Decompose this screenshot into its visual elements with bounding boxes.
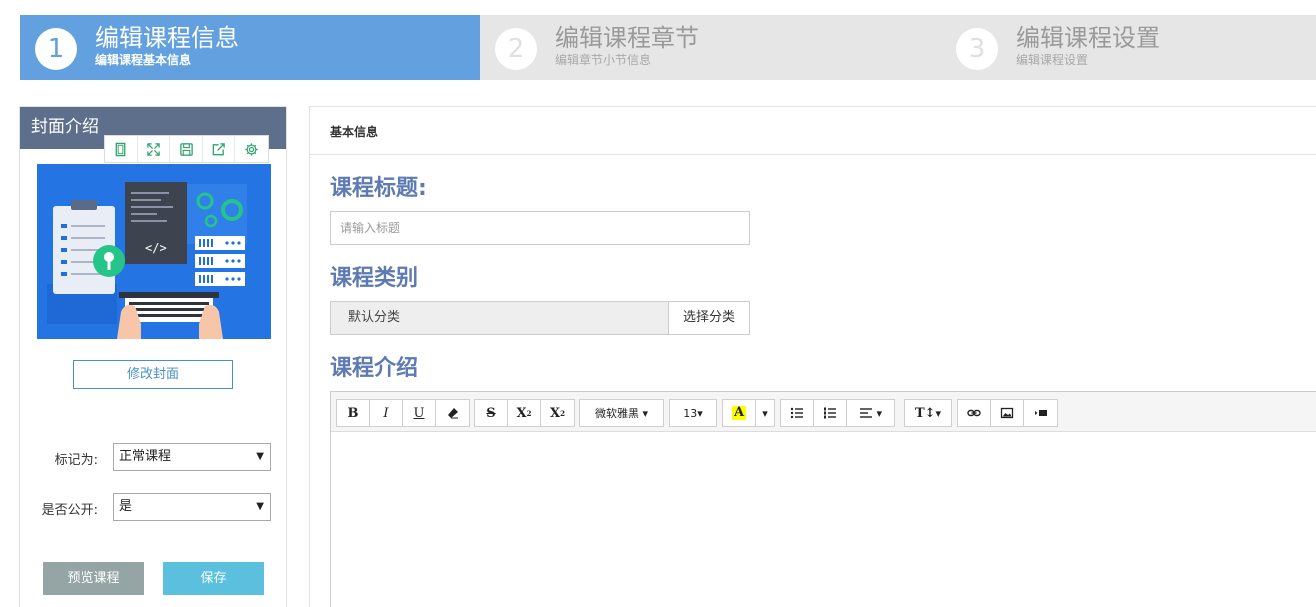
step-subtitle: 编辑章节小节信息 [555, 53, 652, 67]
subscript-button[interactable]: X2 [541, 400, 574, 426]
align-dropdown[interactable]: ▾ [847, 400, 894, 426]
step-subtitle: 编辑课程设置 [1016, 53, 1089, 67]
font-size-value: 13 [683, 406, 698, 420]
course-category-value: 默认分类 [330, 301, 669, 335]
step-title: 编辑课程设置 [1016, 24, 1160, 52]
editor-content-area[interactable] [331, 432, 1316, 607]
step-edit-info[interactable]: 1 编辑课程信息 编辑课程基本信息 [20, 15, 480, 80]
step-title: 编辑课程章节 [555, 24, 699, 52]
is-public-select[interactable]: 是 ▼ [113, 493, 271, 521]
step-title: 编辑课程信息 [95, 24, 239, 52]
course-intro-label: 课程介绍 [330, 356, 419, 381]
step-number: 2 [495, 28, 537, 70]
strikethrough-button[interactable]: S [475, 400, 508, 426]
numbered-list-icon[interactable] [814, 400, 847, 426]
image-icon[interactable] [991, 400, 1024, 426]
basic-info-panel: 基本信息 课程标题: 课程类别 默认分类 选择分类 课程介绍 B I U S X… [309, 106, 1316, 607]
caret-down-icon: ▾ [876, 406, 883, 420]
caret-down-icon: ▼ [256, 501, 264, 512]
rich-text-editor: B I U S X2 X2 微软雅黑 ▾ 13 ▾ A ▾ ▾ T↕ ▾ [330, 391, 1316, 607]
caret-down-icon: ▾ [642, 406, 649, 420]
superscript-button[interactable]: X2 [508, 400, 541, 426]
step-number: 3 [956, 28, 998, 70]
basic-info-title: 基本信息 [330, 125, 379, 139]
change-cover-button[interactable]: 修改封面 [73, 360, 233, 389]
eraser-icon[interactable] [436, 400, 469, 426]
caret-down-icon: ▼ [256, 451, 264, 462]
editor-toolbar: B I U S X2 X2 微软雅黑 ▾ 13 ▾ A ▾ ▾ T↕ ▾ [331, 392, 1316, 432]
mark-as-value: 正常课程 [119, 449, 172, 464]
share-icon[interactable] [203, 136, 236, 162]
subscript-label: X [550, 405, 561, 421]
save-icon[interactable] [170, 136, 203, 162]
is-public-label: 是否公开: [41, 503, 98, 518]
image-toolbar [104, 135, 269, 163]
caret-down-icon: ▾ [935, 406, 942, 420]
format-group: B I U [336, 399, 470, 427]
align-left-icon [859, 408, 872, 418]
bold-button[interactable]: B [337, 400, 370, 426]
fit-screen-icon[interactable] [105, 136, 138, 162]
font-size-group: 13 ▾ [669, 399, 717, 427]
mark-as-row: 标记为: 正常课程 ▼ [20, 443, 286, 471]
caret-down-icon: ▾ [697, 406, 703, 420]
heading-dropdown[interactable]: T↕ ▾ [905, 400, 951, 426]
steps-bar: 1 编辑课程信息 编辑课程基本信息 2 编辑课程章节 编辑章节小节信息 3 编辑… [20, 15, 1316, 80]
font-family-value: 微软雅黑 [594, 407, 639, 420]
caret-down-icon: ▾ [762, 406, 768, 420]
is-public-row: 是否公开: 是 ▼ [20, 493, 286, 521]
cover-image: </> [37, 164, 271, 339]
insert-group [957, 399, 1058, 427]
heading-group: T↕ ▾ [904, 399, 952, 427]
font-family-dropdown[interactable]: 微软雅黑 ▾ [580, 400, 663, 426]
course-category-label: 课程类别 [330, 266, 419, 291]
list-group: ▾ [780, 399, 895, 427]
mark-as-label: 标记为: [54, 453, 98, 468]
superscript-label: X [516, 405, 527, 421]
save-button[interactable]: 保存 [163, 562, 264, 595]
step-subtitle: 编辑课程基本信息 [95, 53, 192, 67]
italic-button[interactable]: I [370, 400, 403, 426]
course-title-input[interactable] [330, 211, 750, 245]
underline-button[interactable]: U [403, 400, 436, 426]
basic-info-header: 基本信息 [310, 107, 1316, 155]
select-category-button[interactable]: 选择分类 [668, 301, 750, 335]
svg-text:</>: </> [145, 241, 167, 255]
step-edit-chapters[interactable]: 2 编辑课程章节 编辑章节小节信息 [480, 15, 941, 80]
step-edit-settings[interactable]: 3 编辑课程设置 编辑课程设置 [941, 15, 1316, 80]
is-public-value: 是 [119, 499, 133, 514]
font-family-group: 微软雅黑 ▾ [579, 399, 664, 427]
script-group: S X2 X2 [474, 399, 575, 427]
cover-panel-title: 封面介绍 [31, 117, 99, 137]
video-icon[interactable] [1024, 400, 1057, 426]
mark-as-select[interactable]: 正常课程 ▼ [113, 443, 271, 471]
course-title-label: 课程标题: [330, 176, 427, 201]
heading-label: T↕ [914, 405, 936, 421]
bullet-list-icon[interactable] [781, 400, 814, 426]
step-number: 1 [35, 28, 77, 70]
text-color-dropdown[interactable]: ▾ [756, 400, 774, 426]
text-color-label: A [731, 405, 747, 420]
text-color-group: A ▾ [722, 399, 775, 427]
link-icon[interactable] [958, 400, 991, 426]
text-color-button[interactable]: A [723, 400, 756, 426]
cover-panel: 封面介绍 </> 修改封面 标记为: 正常课程 ▼ 是否公开: 是 ▼ 预览课程… [19, 106, 287, 607]
settings-icon[interactable] [235, 136, 268, 162]
expand-icon[interactable] [138, 136, 171, 162]
font-size-dropdown[interactable]: 13 ▾ [670, 400, 716, 426]
preview-course-button[interactable]: 预览课程 [43, 562, 144, 595]
